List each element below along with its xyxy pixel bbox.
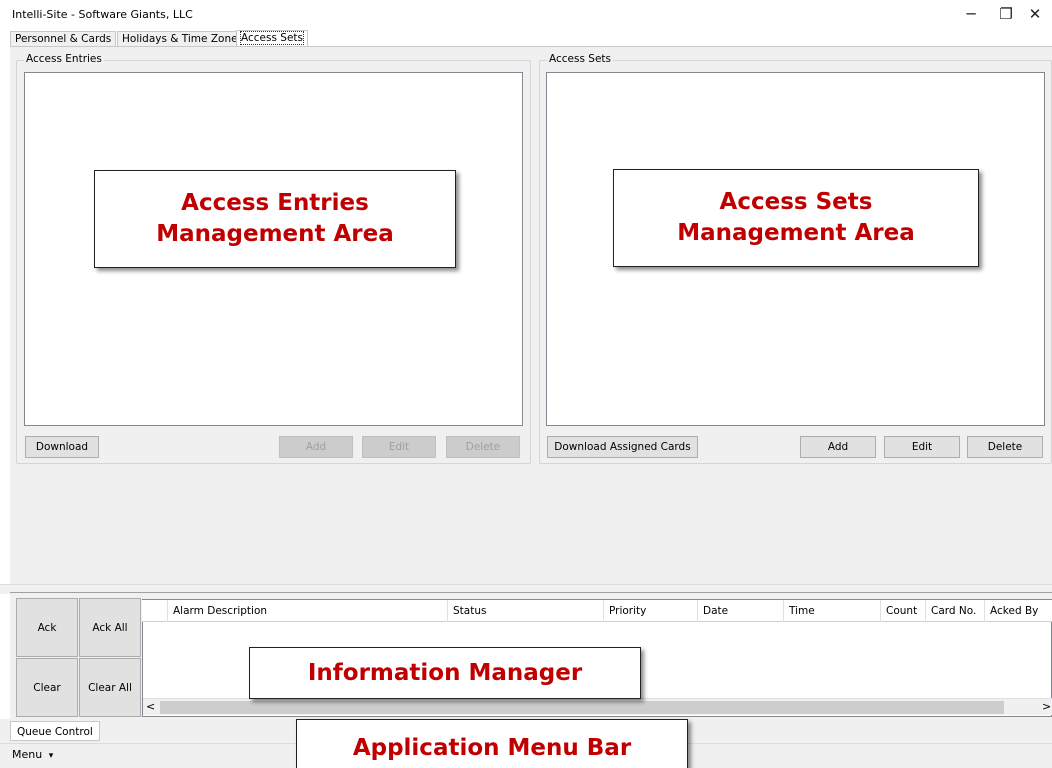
tab-personnel-cards[interactable]: Personnel & Cards xyxy=(10,31,117,46)
ack-all-button[interactable]: Ack All xyxy=(79,598,141,657)
callout-line: Application Menu Bar xyxy=(352,735,632,761)
window-title: Intelli-Site - Software Giants, LLC xyxy=(12,8,193,21)
chevron-down-icon: ▾ xyxy=(48,751,54,761)
download-assigned-cards-button[interactable]: Download Assigned Cards xyxy=(547,436,698,458)
column-status[interactable]: Status xyxy=(447,600,602,622)
minimize-button[interactable]: ─ xyxy=(954,0,988,28)
row-selector-header xyxy=(142,600,166,622)
access-sets-callout: Access Sets Management Area xyxy=(613,169,979,267)
column-acked-by[interactable]: Acked By xyxy=(984,600,1052,622)
information-manager-callout: Information Manager xyxy=(249,647,641,699)
access-entries-title: Access Entries xyxy=(24,53,104,65)
entries-delete-button[interactable]: Delete xyxy=(446,436,520,458)
column-time[interactable]: Time xyxy=(783,600,879,622)
alarm-grid-header: Alarm Description Status Priority Date T… xyxy=(142,600,1052,622)
clear-button[interactable]: Clear xyxy=(16,658,78,717)
tab-label: Holidays & Time Zones xyxy=(122,33,244,45)
column-count[interactable]: Count xyxy=(880,600,924,622)
menu-label: Menu xyxy=(12,748,43,761)
tab-label: Personnel & Cards xyxy=(15,33,112,45)
column-priority[interactable]: Priority xyxy=(603,600,691,622)
entries-edit-button[interactable]: Edit xyxy=(362,436,436,458)
access-sets-title: Access Sets xyxy=(547,53,613,65)
access-entries-callout: Access Entries Management Area xyxy=(94,170,456,268)
sets-delete-button[interactable]: Delete xyxy=(967,436,1043,458)
sets-add-button[interactable]: Add xyxy=(800,436,876,458)
callout-line: Management Area xyxy=(677,220,915,246)
entries-add-button[interactable]: Add xyxy=(279,436,353,458)
ack-button[interactable]: Ack xyxy=(16,598,78,657)
callout-line: Access Sets xyxy=(719,189,873,215)
callout-line: Management Area xyxy=(156,221,394,247)
title-bar: Intelli-Site - Software Giants, LLC ─ ❐ … xyxy=(0,0,1052,28)
horizontal-scrollbar[interactable]: < > xyxy=(143,698,1052,715)
callout-line: Access Entries xyxy=(181,190,369,216)
scroll-thumb[interactable] xyxy=(160,701,1004,714)
sets-edit-button[interactable]: Edit xyxy=(884,436,960,458)
callout-line: Information Manager xyxy=(307,659,583,686)
menu-dropdown[interactable]: Menu ▾ xyxy=(12,748,53,761)
close-button[interactable]: ✕ xyxy=(1018,0,1052,28)
scroll-right-arrow-icon[interactable]: > xyxy=(1042,700,1051,713)
tab-access-sets[interactable]: Access Sets xyxy=(236,30,308,47)
column-date[interactable]: Date xyxy=(697,600,782,622)
tab-holidays-time-zones[interactable]: Holidays & Time Zones xyxy=(117,31,249,46)
tab-label: Access Sets xyxy=(240,31,304,45)
download-button[interactable]: Download xyxy=(25,436,99,458)
clear-all-button[interactable]: Clear All xyxy=(79,658,141,717)
column-card-no[interactable]: Card No. xyxy=(925,600,983,622)
scroll-left-arrow-icon[interactable]: < xyxy=(146,700,155,713)
column-alarm-description[interactable]: Alarm Description xyxy=(167,600,444,622)
tab-queue-control[interactable]: Queue Control xyxy=(10,721,100,741)
application-menu-bar-callout: Application Menu Bar xyxy=(296,719,688,768)
